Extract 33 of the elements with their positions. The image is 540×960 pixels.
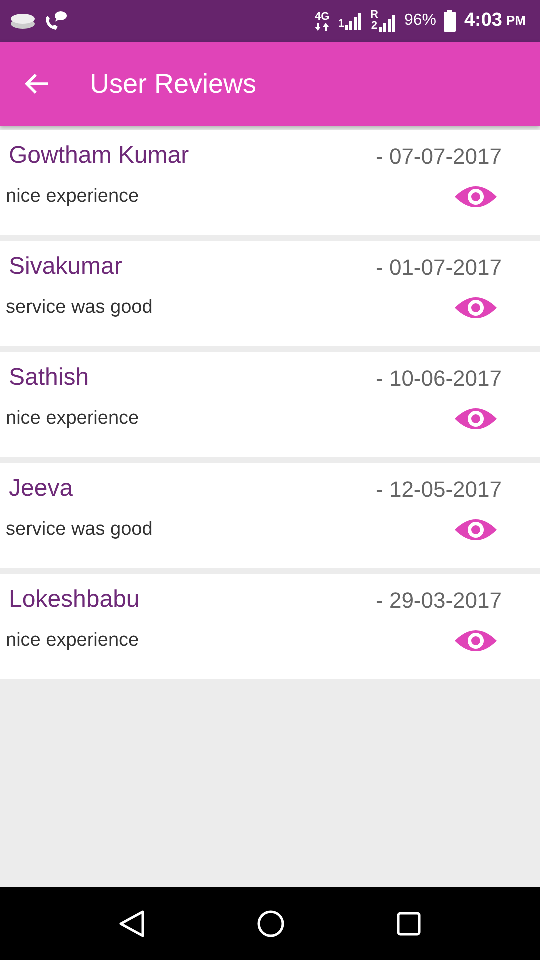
review-date: - 07-07-2017 [376, 142, 502, 170]
sim-label: 2 [371, 21, 378, 32]
reviewer-name: Jeeva [9, 474, 74, 504]
storage-icon [10, 12, 36, 30]
review-date: - 10-06-2017 [376, 364, 502, 392]
roaming-label: R [370, 10, 378, 21]
call-message-icon [44, 10, 68, 32]
reviewer-name: Lokeshbabu [9, 585, 140, 615]
review-comment: nice experience [6, 184, 140, 209]
battery-icon [444, 10, 456, 32]
sim-label: 1 [338, 19, 344, 30]
reviewer-name: Sathish [9, 363, 90, 393]
reviewer-name: Sivakumar [9, 252, 122, 282]
recents-icon[interactable] [397, 912, 421, 936]
review-date: - 12-05-2017 [376, 476, 502, 504]
data-arrows-icon [314, 22, 330, 30]
review-comment: service was good [6, 296, 153, 320]
home-icon[interactable] [257, 910, 285, 938]
clock-time: 4:03 [464, 8, 502, 33]
clock-period: PM [506, 12, 526, 30]
review-comment: service was good [6, 518, 153, 542]
back-icon[interactable] [119, 910, 145, 938]
back-button[interactable] [24, 73, 50, 95]
network-label: 4G [315, 12, 330, 22]
signal-icon [378, 14, 396, 32]
review-date: - 01-07-2017 [376, 254, 502, 282]
signal-icon [344, 12, 362, 30]
battery-percent: 96% [404, 11, 436, 31]
screen-title: User Reviews [90, 68, 257, 101]
review-comment: nice experience [6, 628, 140, 653]
review-date: - 29-03-2017 [376, 586, 502, 614]
reviewer-name: Gowtham Kumar [9, 141, 190, 171]
review-comment: nice experience [6, 406, 140, 431]
